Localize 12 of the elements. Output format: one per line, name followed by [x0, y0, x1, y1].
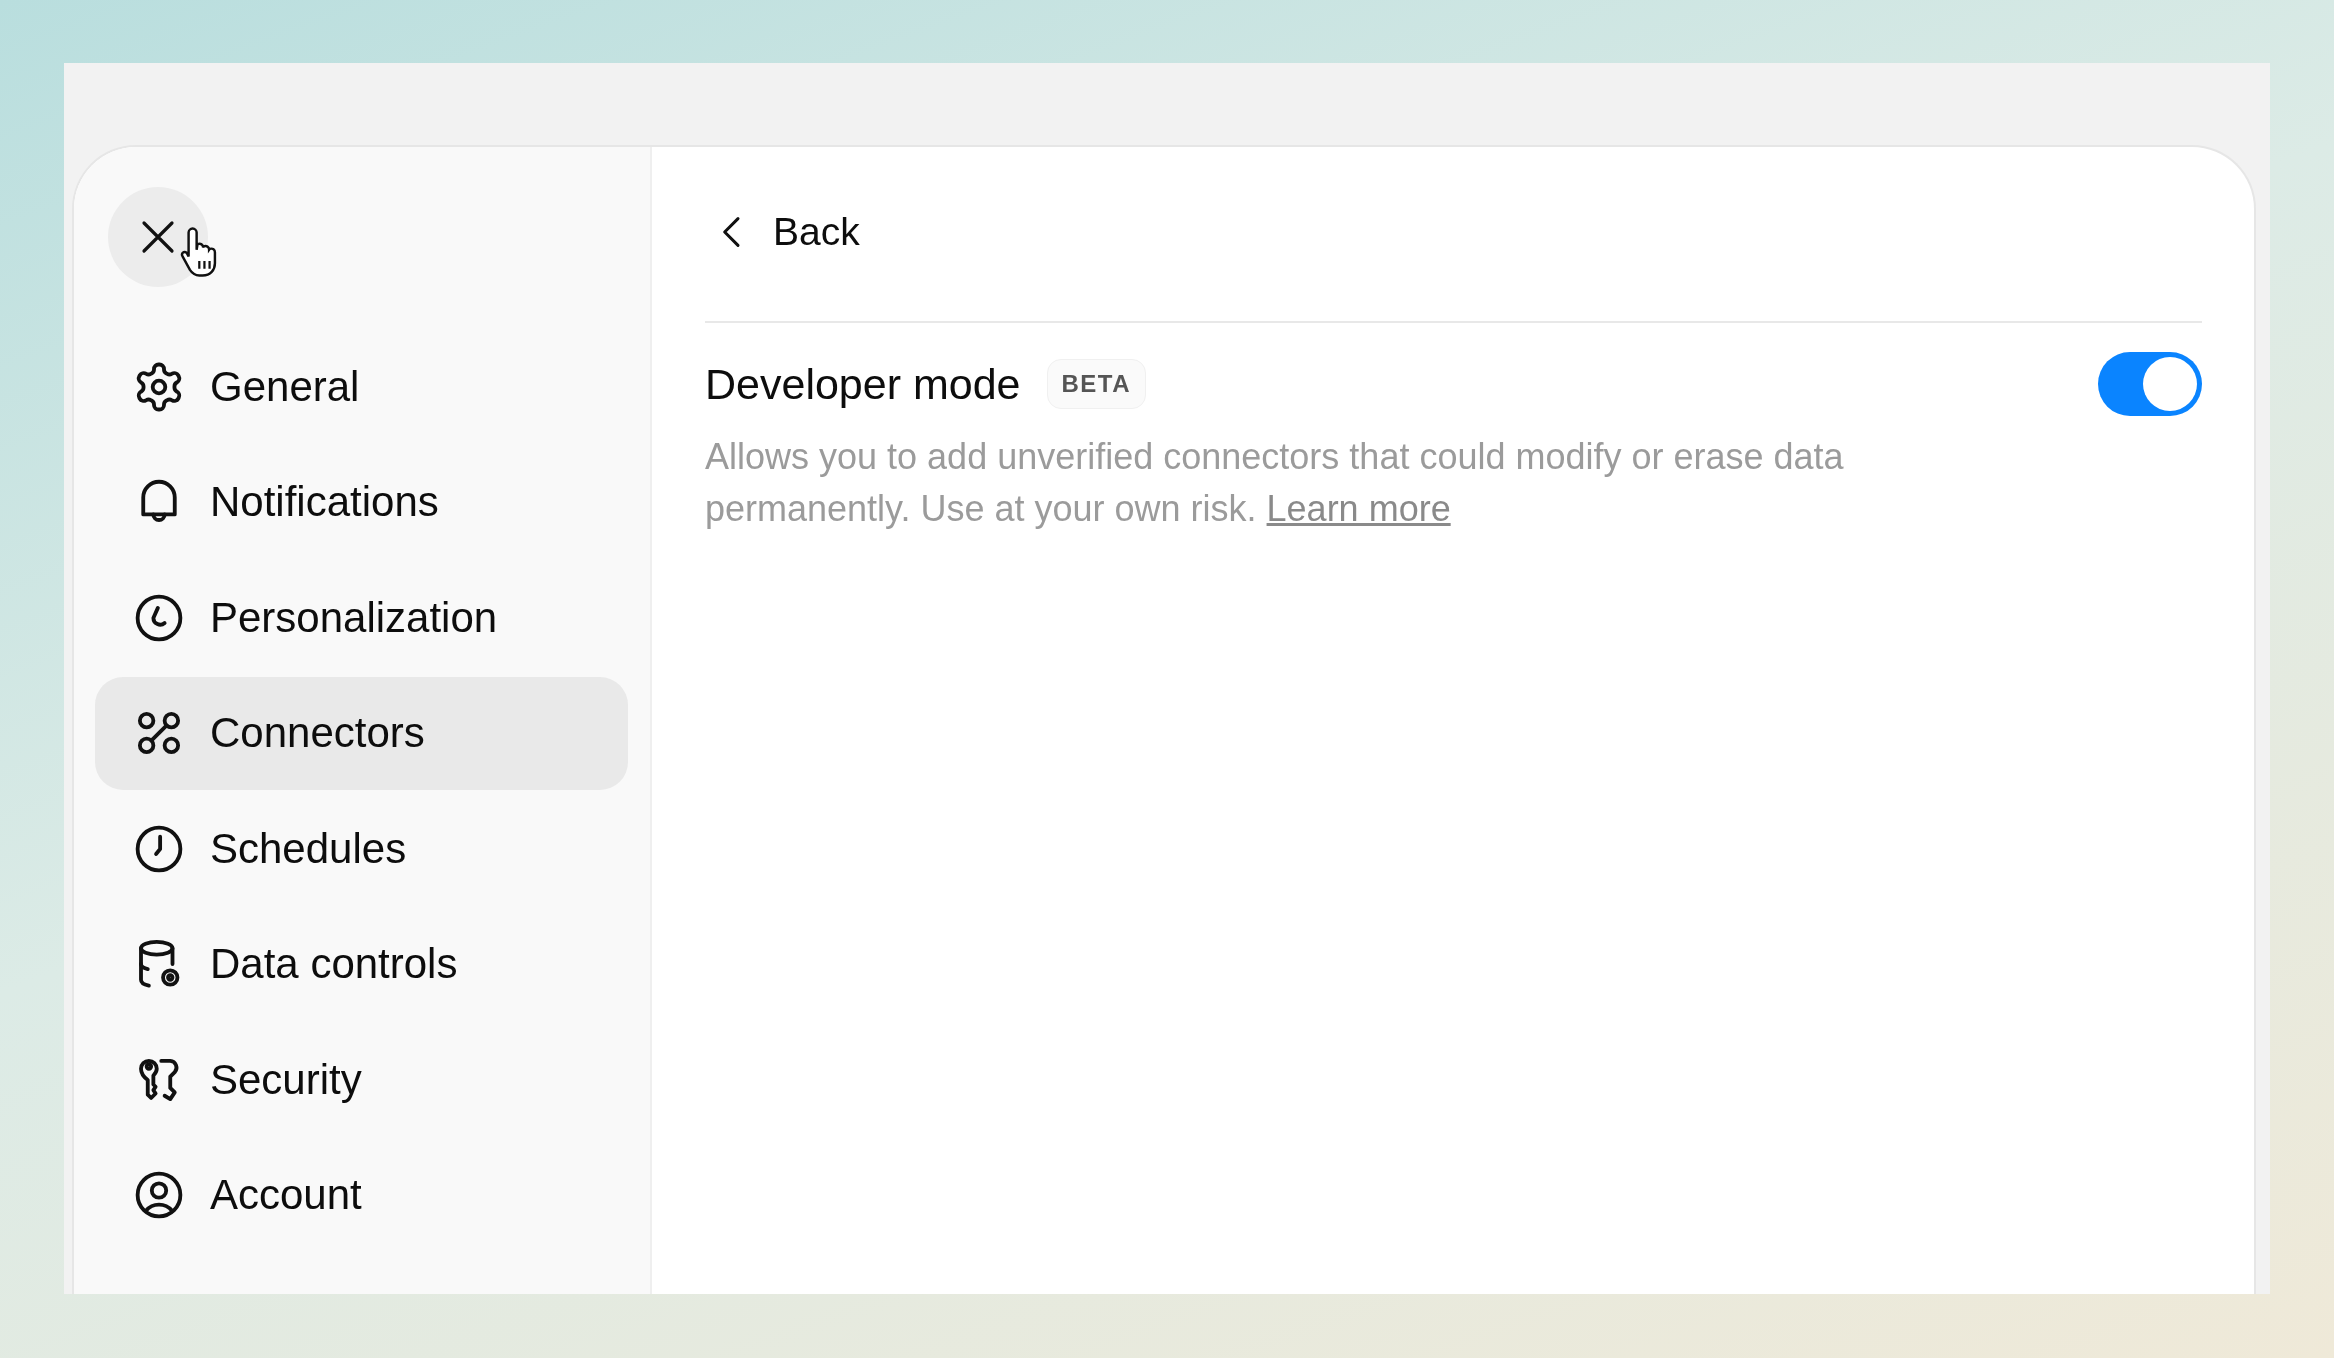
- sidebar-item[interactable]: Connectors: [95, 676, 628, 790]
- setting-title: Developer mode: [705, 359, 1021, 409]
- sidebar-item[interactable]: Data controls: [95, 907, 628, 1021]
- sidebar-item[interactable]: Security: [95, 1023, 628, 1137]
- sidebar-item[interactable]: Schedules: [95, 792, 628, 906]
- sidebar-item[interactable]: Notifications: [95, 445, 628, 559]
- sidebar-item[interactable]: Account: [95, 1138, 628, 1252]
- sidebar-item[interactable]: Personalization: [95, 561, 628, 675]
- sidebar-item[interactable]: General: [95, 330, 628, 444]
- back-link[interactable]: Back: [705, 210, 860, 254]
- setting-description: Allows you to add unverified connectors that could modify or erase data permanently. Use at your own risk. Learn more: [705, 435, 1845, 531]
- beta-badge: BETA: [1046, 359, 1147, 409]
